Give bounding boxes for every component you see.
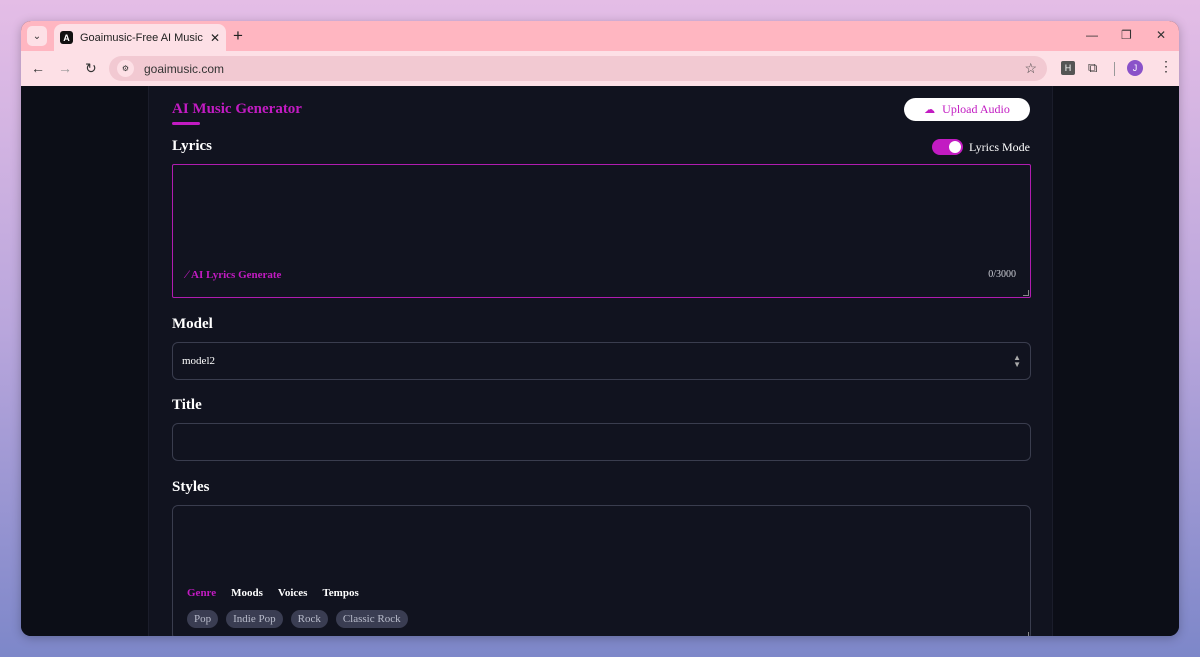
cloud-upload-icon: ☁ [924,104,936,116]
style-chip[interactable]: Pop [187,610,219,628]
select-updown-icon: ▲ ▼ [1013,353,1021,369]
style-chips: Pop Indie Pop Rock Classic Rock [187,610,416,628]
site-info-icon[interactable]: ⚙ [117,60,134,77]
upload-audio-label: Upload Audio [942,102,1010,116]
generator-panel: AI Music Generator ☁ Upload Audio Lyrics… [148,86,1053,636]
tab-search-chevron-icon[interactable]: ⌄ [27,26,47,46]
title-label: Title [172,397,202,413]
upload-audio-button[interactable]: ☁ Upload Audio [904,98,1030,121]
lyrics-mode-toggle[interactable]: Lyrics Mode [932,139,1030,155]
model-label: Model [172,316,213,332]
model-select[interactable]: model2 ▲ ▼ [172,342,1031,380]
ai-lyrics-generate-button[interactable]: ⁄ AI Lyrics Generate [186,267,281,282]
title-underline [172,122,200,125]
lyrics-textarea[interactable]: ⁄ AI Lyrics Generate 0/3000 [172,164,1031,298]
styles-label: Styles [172,479,210,495]
forward-arrow-icon[interactable]: → [58,60,72,76]
menu-kebab-icon[interactable]: ⋮ [1159,58,1173,75]
styles-textarea[interactable]: Genre Moods Voices Tempos Pop Indie Pop … [172,505,1031,636]
extension-h-icon[interactable]: H [1061,61,1075,75]
address-bar[interactable]: ⚙ goaimusic.com ☆ [109,56,1047,81]
restore-icon[interactable]: ❐ [1121,28,1132,42]
close-tab-icon[interactable]: ✕ [210,31,220,45]
style-chip[interactable]: Rock [290,610,328,628]
title-input[interactable] [172,423,1031,461]
style-chip[interactable]: Classic Rock [335,610,408,628]
close-window-icon[interactable]: ✕ [1156,28,1166,42]
tab-voices[interactable]: Voices [278,587,308,599]
character-counter: 0/3000 [988,269,1016,280]
toggle-switch[interactable] [932,139,963,155]
tab-strip: ⌄ A Goaimusic-Free AI Music & Song Gener… [21,21,1179,51]
lyrics-mode-label: Lyrics Mode [969,139,1030,154]
page-content: AI Music Generator ☁ Upload Audio Lyrics… [21,86,1179,636]
page-title: AI Music Generator [172,101,302,117]
reload-icon[interactable]: ↻ [85,60,97,76]
resize-grip-icon[interactable] [1023,632,1029,636]
tab-title: Goaimusic-Free AI Music & Song Generator [80,31,204,44]
style-chip[interactable]: Indie Pop [226,610,283,628]
extensions-puzzle-icon[interactable]: ⧉ [1088,60,1097,76]
toolbar-divider [1114,62,1115,76]
new-tab-plus-icon[interactable]: + [233,26,243,46]
tab-genre[interactable]: Genre [187,587,216,599]
profile-avatar[interactable]: J [1127,60,1143,76]
toggle-knob [949,141,961,153]
magic-wand-icon: ⁄ [186,267,189,281]
browser-window: ⌄ A Goaimusic-Free AI Music & Song Gener… [21,21,1179,636]
bookmark-star-icon[interactable]: ☆ [1024,60,1037,77]
model-selected-value: model2 [182,355,215,367]
tab-tempos[interactable]: Tempos [322,587,358,599]
browser-toolbar: ← → ↻ ⚙ goaimusic.com ☆ H ⧉ J ⋮ [21,51,1179,86]
style-category-tabs: Genre Moods Voices Tempos [187,587,374,599]
minimize-icon[interactable]: — [1086,28,1098,42]
tab-moods[interactable]: Moods [231,587,263,599]
site-favicon-icon: A [60,31,73,44]
browser-tab[interactable]: A Goaimusic-Free AI Music & Song Generat… [54,24,226,51]
url-text: goaimusic.com [144,61,225,76]
back-arrow-icon[interactable]: ← [31,60,45,76]
lyrics-label: Lyrics [172,138,212,154]
ai-lyrics-generate-label: AI Lyrics Generate [191,268,282,281]
resize-grip-icon[interactable] [1023,290,1029,296]
